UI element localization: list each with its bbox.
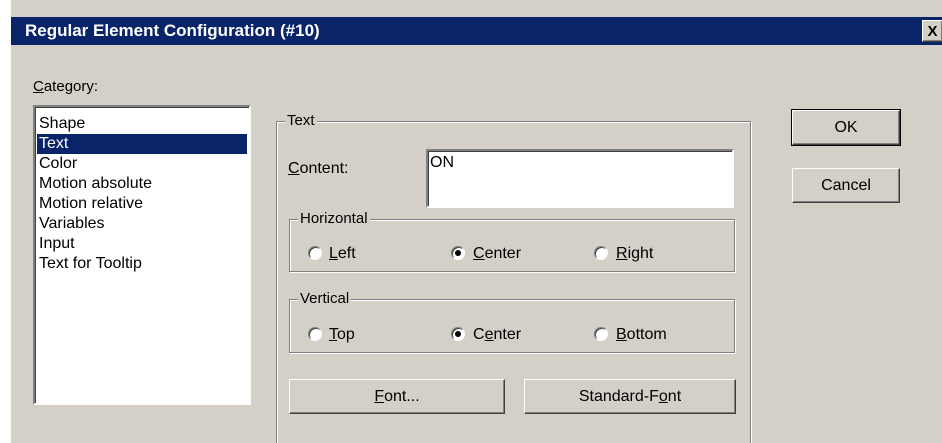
cancel-button[interactable]: Cancel [792,168,900,203]
vertical-bottom-label[interactable]: Bottom [616,326,667,344]
vertical-group-legend: Vertical [298,290,352,307]
radio-dot [455,250,461,256]
font-button[interactable]: Font... [289,379,505,414]
horizontal-center-radio[interactable] [451,246,465,260]
close-button[interactable]: X [922,20,942,42]
horizontal-left-label[interactable]: Left [329,245,356,263]
content-input[interactable]: ON [426,149,734,208]
category-item-shape[interactable]: Shape [37,114,247,134]
category-item-color[interactable]: Color [37,154,247,174]
standard-font-button[interactable]: Standard-F o nt [524,379,736,414]
window-title: Regular Element Configuration (#10) [25,21,320,40]
category-item-text[interactable]: Text [37,134,247,154]
vertical-center-radio[interactable] [451,327,465,341]
category-item-motion-absolute[interactable]: Motion absolute [37,174,247,194]
text-group-legend: Text [285,112,317,129]
vertical-center-label[interactable]: Center [473,326,521,344]
vertical-bottom-radio[interactable] [594,327,608,341]
close-icon: X [927,22,938,40]
radio-dot [455,331,461,337]
title-bar[interactable]: Regular Element Configuration (#10) X [11,17,942,45]
category-list[interactable]: Shape Text Color Motion absolute Motion … [33,105,251,405]
category-label: Category: [33,78,99,95]
horizontal-group-legend: Horizontal [298,210,370,227]
horizontal-right-radio[interactable] [594,246,608,260]
vertical-top-label[interactable]: Top [329,326,355,344]
horizontal-center-label[interactable]: Center [473,245,521,263]
category-item-motion-relative[interactable]: Motion relative [37,194,247,214]
ok-button[interactable]: OK [791,109,901,146]
content-label: Content: [288,160,349,177]
horizontal-right-label[interactable]: Right [616,245,653,263]
category-item-text-for-tooltip[interactable]: Text for Tooltip [37,254,247,274]
config-dialog: Regular Element Configuration (#10) X Ca… [10,0,942,443]
horizontal-left-radio[interactable] [308,246,322,260]
category-item-input[interactable]: Input [37,234,247,254]
category-item-variables[interactable]: Variables [37,214,247,234]
vertical-top-radio[interactable] [308,327,322,341]
